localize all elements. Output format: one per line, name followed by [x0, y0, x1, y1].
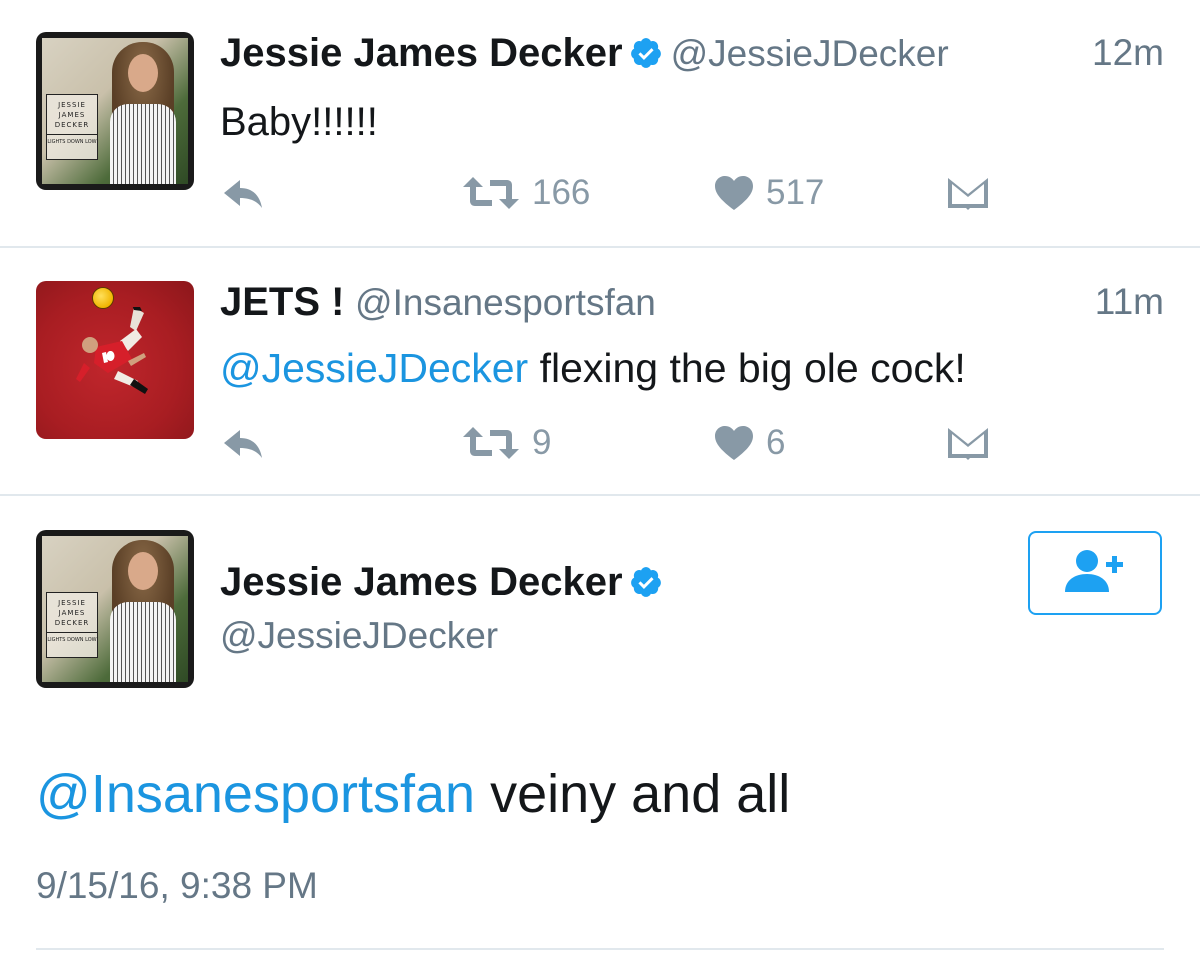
like-count: 6 [766, 423, 786, 462]
direct-message-icon [946, 174, 990, 212]
album-label-line: DECKER [54, 121, 90, 129]
tweet[interactable]: JETS ! @Insanesportsfan 11m @JessieJDeck… [0, 248, 1200, 496]
display-name[interactable]: JETS ! [220, 280, 344, 324]
retweet-count: 166 [532, 173, 591, 212]
avatar[interactable]: JESSIE JAMES DECKER LIGHTS DOWN LOW [36, 32, 194, 190]
reply-button[interactable] [220, 168, 266, 218]
album-subtitle: LIGHTS DOWN LOW [47, 134, 97, 147]
direct-message-icon [946, 424, 990, 462]
retweet-icon [462, 175, 520, 211]
reply-icon [220, 426, 266, 460]
album-cover-image: JESSIE JAMES DECKER LIGHTS DOWN LOW [36, 530, 194, 688]
tweet-date: 9/15/16, 9:38 PM [36, 865, 318, 906]
retweet-count: 9 [532, 423, 552, 462]
direct-message-button[interactable] [946, 418, 990, 468]
expanded-tweet: JESSIE JAMES DECKER LIGHTS DOWN LOW Jess… [0, 496, 1200, 958]
timestamp: 12m [1092, 32, 1164, 73]
avatar-image [36, 281, 194, 439]
mention-link[interactable]: @JessieJDecker [220, 345, 528, 391]
tweet[interactable]: JESSIE JAMES DECKER LIGHTS DOWN LOW Jess… [0, 0, 1200, 248]
like-count: 517 [766, 173, 825, 212]
timestamp: 11m [1094, 281, 1164, 322]
author-name-row: Jessie James Decker [220, 558, 671, 606]
tweet-text: Baby!!!!!! [220, 98, 1164, 146]
display-name[interactable]: Jessie James Decker [220, 560, 623, 604]
tweet-header: Jessie James Decker @JessieJDecker 12m [220, 30, 1164, 77]
album-label: JESSIE JAMES DECKER LIGHTS DOWN LOW [46, 94, 98, 160]
like-button[interactable]: 517 [714, 168, 824, 218]
album-label-line: JESSIE [58, 101, 86, 109]
tweet-body: veiny and all [475, 764, 791, 824]
divider [36, 948, 1164, 950]
bicycle-kick-player-shape [76, 307, 148, 394]
follow-button[interactable] [1028, 531, 1162, 615]
striped-shirt-shape [110, 602, 176, 682]
avatar[interactable]: JESSIE JAMES DECKER LIGHTS DOWN LOW [36, 530, 194, 688]
tweet-text: @Insanesportsfan veiny and all [36, 762, 790, 826]
album-subtitle: LIGHTS DOWN LOW [47, 632, 97, 645]
tweet-body: Baby!!!!!! [220, 100, 378, 144]
mention-link[interactable]: @Insanesportsfan [36, 764, 475, 824]
soccer-ball-shape [92, 287, 114, 309]
face-shape [128, 54, 158, 92]
like-icon [714, 175, 754, 211]
tweet-actions: 9 6 [220, 418, 1020, 468]
user-handle[interactable]: @JessieJDecker [671, 33, 949, 74]
display-name[interactable]: Jessie James Decker [220, 31, 623, 75]
retweet-button[interactable]: 166 [462, 168, 590, 218]
album-label-line: JAMES [58, 111, 86, 119]
direct-message-button[interactable] [946, 168, 990, 218]
album-label-line: DECKER [54, 619, 90, 627]
reply-icon [220, 176, 266, 210]
tweet-text: @JessieJDecker flexing the big ole cock! [220, 344, 1164, 392]
like-button[interactable]: 6 [714, 418, 785, 468]
verified-badge-icon [629, 562, 663, 597]
album-label-line: JAMES [58, 609, 86, 617]
follow-icon [1063, 548, 1127, 599]
album-cover-image: JESSIE JAMES DECKER LIGHTS DOWN LOW [36, 32, 194, 190]
verified-badge-icon [629, 35, 663, 69]
tweet-actions: 166 517 [220, 168, 1020, 218]
reply-button[interactable] [220, 418, 266, 468]
striped-shirt-shape [110, 104, 176, 184]
album-label-line: JESSIE [58, 599, 86, 607]
album-label: JESSIE JAMES DECKER LIGHTS DOWN LOW [46, 592, 98, 658]
user-handle[interactable]: @JessieJDecker [220, 613, 498, 659]
tweet-header: JETS ! @Insanesportsfan 11m [220, 279, 1164, 326]
like-icon [714, 425, 754, 461]
tweet-body: flexing the big ole cock! [528, 345, 966, 391]
user-handle[interactable]: @Insanesportsfan [355, 282, 656, 323]
retweet-button[interactable]: 9 [462, 418, 551, 468]
face-shape [128, 552, 158, 590]
retweet-icon [462, 425, 520, 461]
avatar[interactable] [36, 281, 194, 439]
